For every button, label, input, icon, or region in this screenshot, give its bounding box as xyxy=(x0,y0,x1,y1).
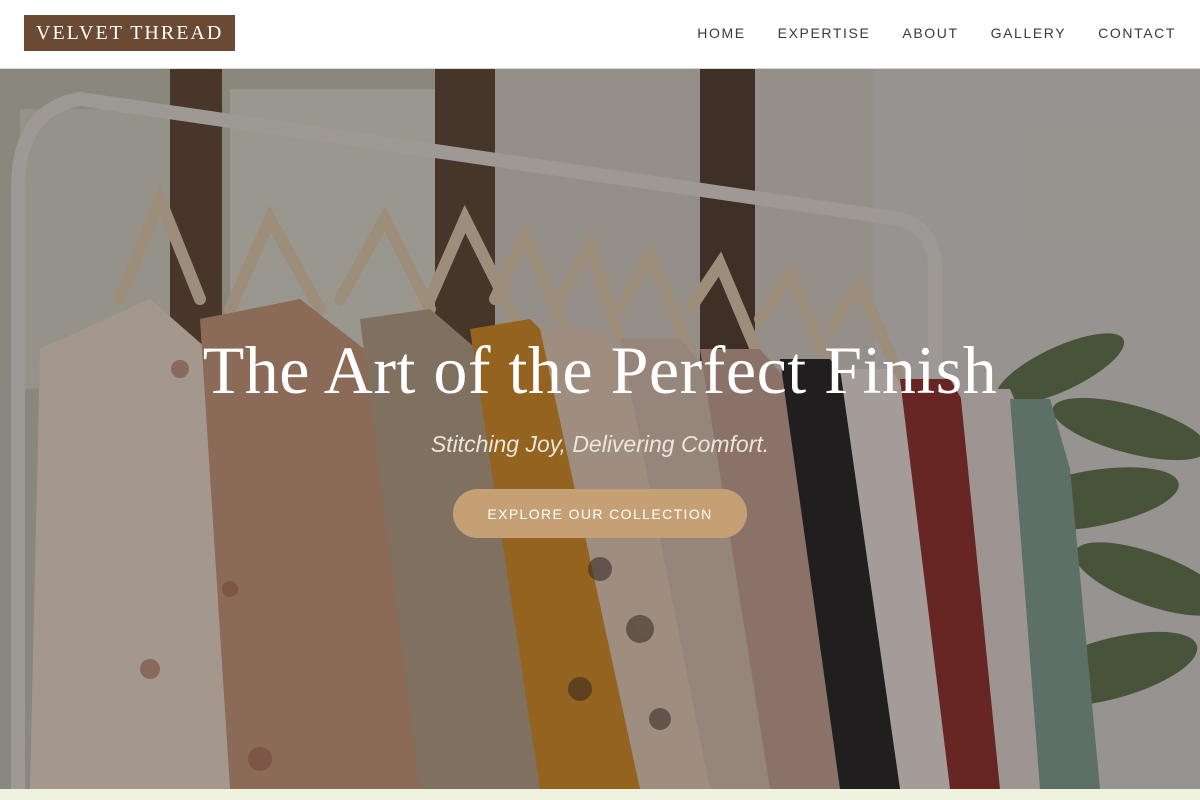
nav-expertise[interactable]: EXPERTISE xyxy=(778,25,871,41)
hero-title: The Art of the Perfect Finish xyxy=(202,332,998,408)
hero-subtitle: Stitching Joy, Delivering Comfort. xyxy=(430,431,770,457)
main-nav: HOME EXPERTISE ABOUT GALLERY CONTACT xyxy=(697,25,1176,41)
site-header: VELVET THREAD HOME EXPERTISE ABOUT GALLE… xyxy=(0,0,1200,69)
hero-content: The Art of the Perfect Finish Stitching … xyxy=(0,69,1200,789)
nav-gallery[interactable]: GALLERY xyxy=(991,25,1067,41)
next-section-edge xyxy=(0,789,1200,800)
hero-section: The Art of the Perfect Finish Stitching … xyxy=(0,69,1200,789)
brand-logo[interactable]: VELVET THREAD xyxy=(24,15,236,51)
nav-contact[interactable]: CONTACT xyxy=(1098,25,1176,41)
nav-about[interactable]: ABOUT xyxy=(902,25,958,41)
nav-home[interactable]: HOME xyxy=(697,25,745,41)
explore-collection-button[interactable]: EXPLORE OUR COLLECTION xyxy=(453,489,747,538)
